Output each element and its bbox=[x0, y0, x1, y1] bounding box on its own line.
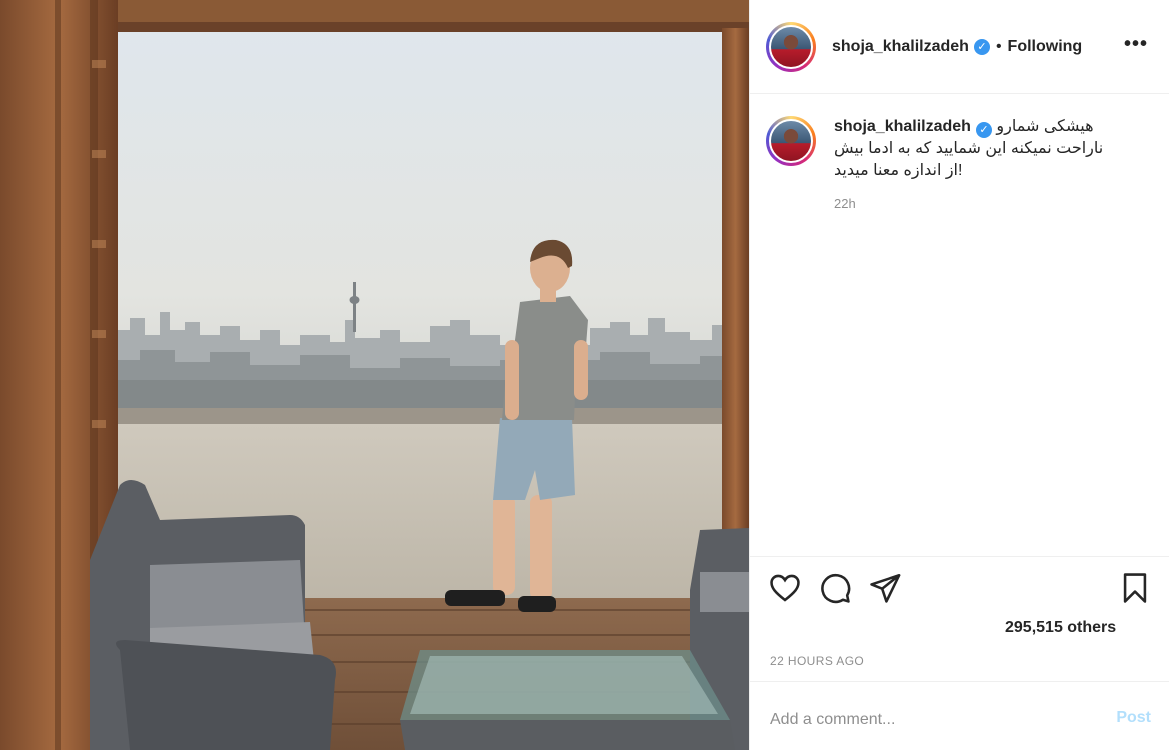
verified-badge-icon: ✓ bbox=[975, 122, 992, 138]
following-button[interactable]: Following bbox=[1008, 38, 1083, 56]
caption: shoja_khalilzadeh ✓ هیشکی شمارو ناراحت نم… bbox=[766, 116, 1156, 211]
caption-avatar-image bbox=[769, 119, 813, 163]
caption-text-line3: !از اندازه معنا میدید bbox=[834, 162, 963, 179]
likes-count[interactable]: 295,515 others bbox=[1005, 619, 1116, 637]
caption-username[interactable]: shoja_khalilzadeh bbox=[834, 118, 971, 135]
more-options-icon[interactable]: ••• bbox=[1124, 33, 1148, 56]
post-comment-button[interactable]: Post bbox=[1116, 709, 1151, 727]
post-header: shoja_khalilzadeh ✓ • Following ••• bbox=[750, 0, 1169, 94]
caption-body: shoja_khalilzadeh ✓ هیشکی شمارو ناراحت نم… bbox=[834, 116, 1144, 211]
avatar-image bbox=[769, 24, 813, 69]
comment-bar: Post bbox=[750, 681, 1169, 750]
caption-time[interactable]: 22h bbox=[834, 196, 1144, 211]
comment-input[interactable] bbox=[770, 702, 1090, 738]
post-photo[interactable] bbox=[0, 0, 749, 750]
header-username[interactable]: shoja_khalilzadeh bbox=[832, 38, 969, 56]
photo-scene bbox=[0, 0, 749, 750]
avatar[interactable] bbox=[766, 21, 816, 72]
caption-text-line1: هیشکی شمارو bbox=[996, 118, 1094, 135]
post-timestamp: 22 HOURS AGO bbox=[770, 654, 865, 668]
caption-text-line2: ناراحت نمیکنه این شمایید که به ادما بیش bbox=[834, 140, 1104, 157]
action-bar: 295,515 others 22 HOURS AGO Post bbox=[750, 556, 1169, 750]
bookmark-icon[interactable] bbox=[1118, 571, 1152, 605]
heart-icon[interactable] bbox=[768, 571, 802, 605]
dot-separator: • bbox=[995, 37, 1002, 55]
caption-avatar[interactable] bbox=[766, 116, 816, 166]
post-details-panel: shoja_khalilzadeh ✓ • Following ••• shoj… bbox=[749, 0, 1169, 750]
caption-first-line: shoja_khalilzadeh ✓ هیشکی شمارو bbox=[834, 116, 1144, 138]
share-icon[interactable] bbox=[868, 571, 902, 605]
verified-badge-icon: ✓ bbox=[973, 38, 990, 55]
comment-icon[interactable] bbox=[818, 571, 852, 605]
